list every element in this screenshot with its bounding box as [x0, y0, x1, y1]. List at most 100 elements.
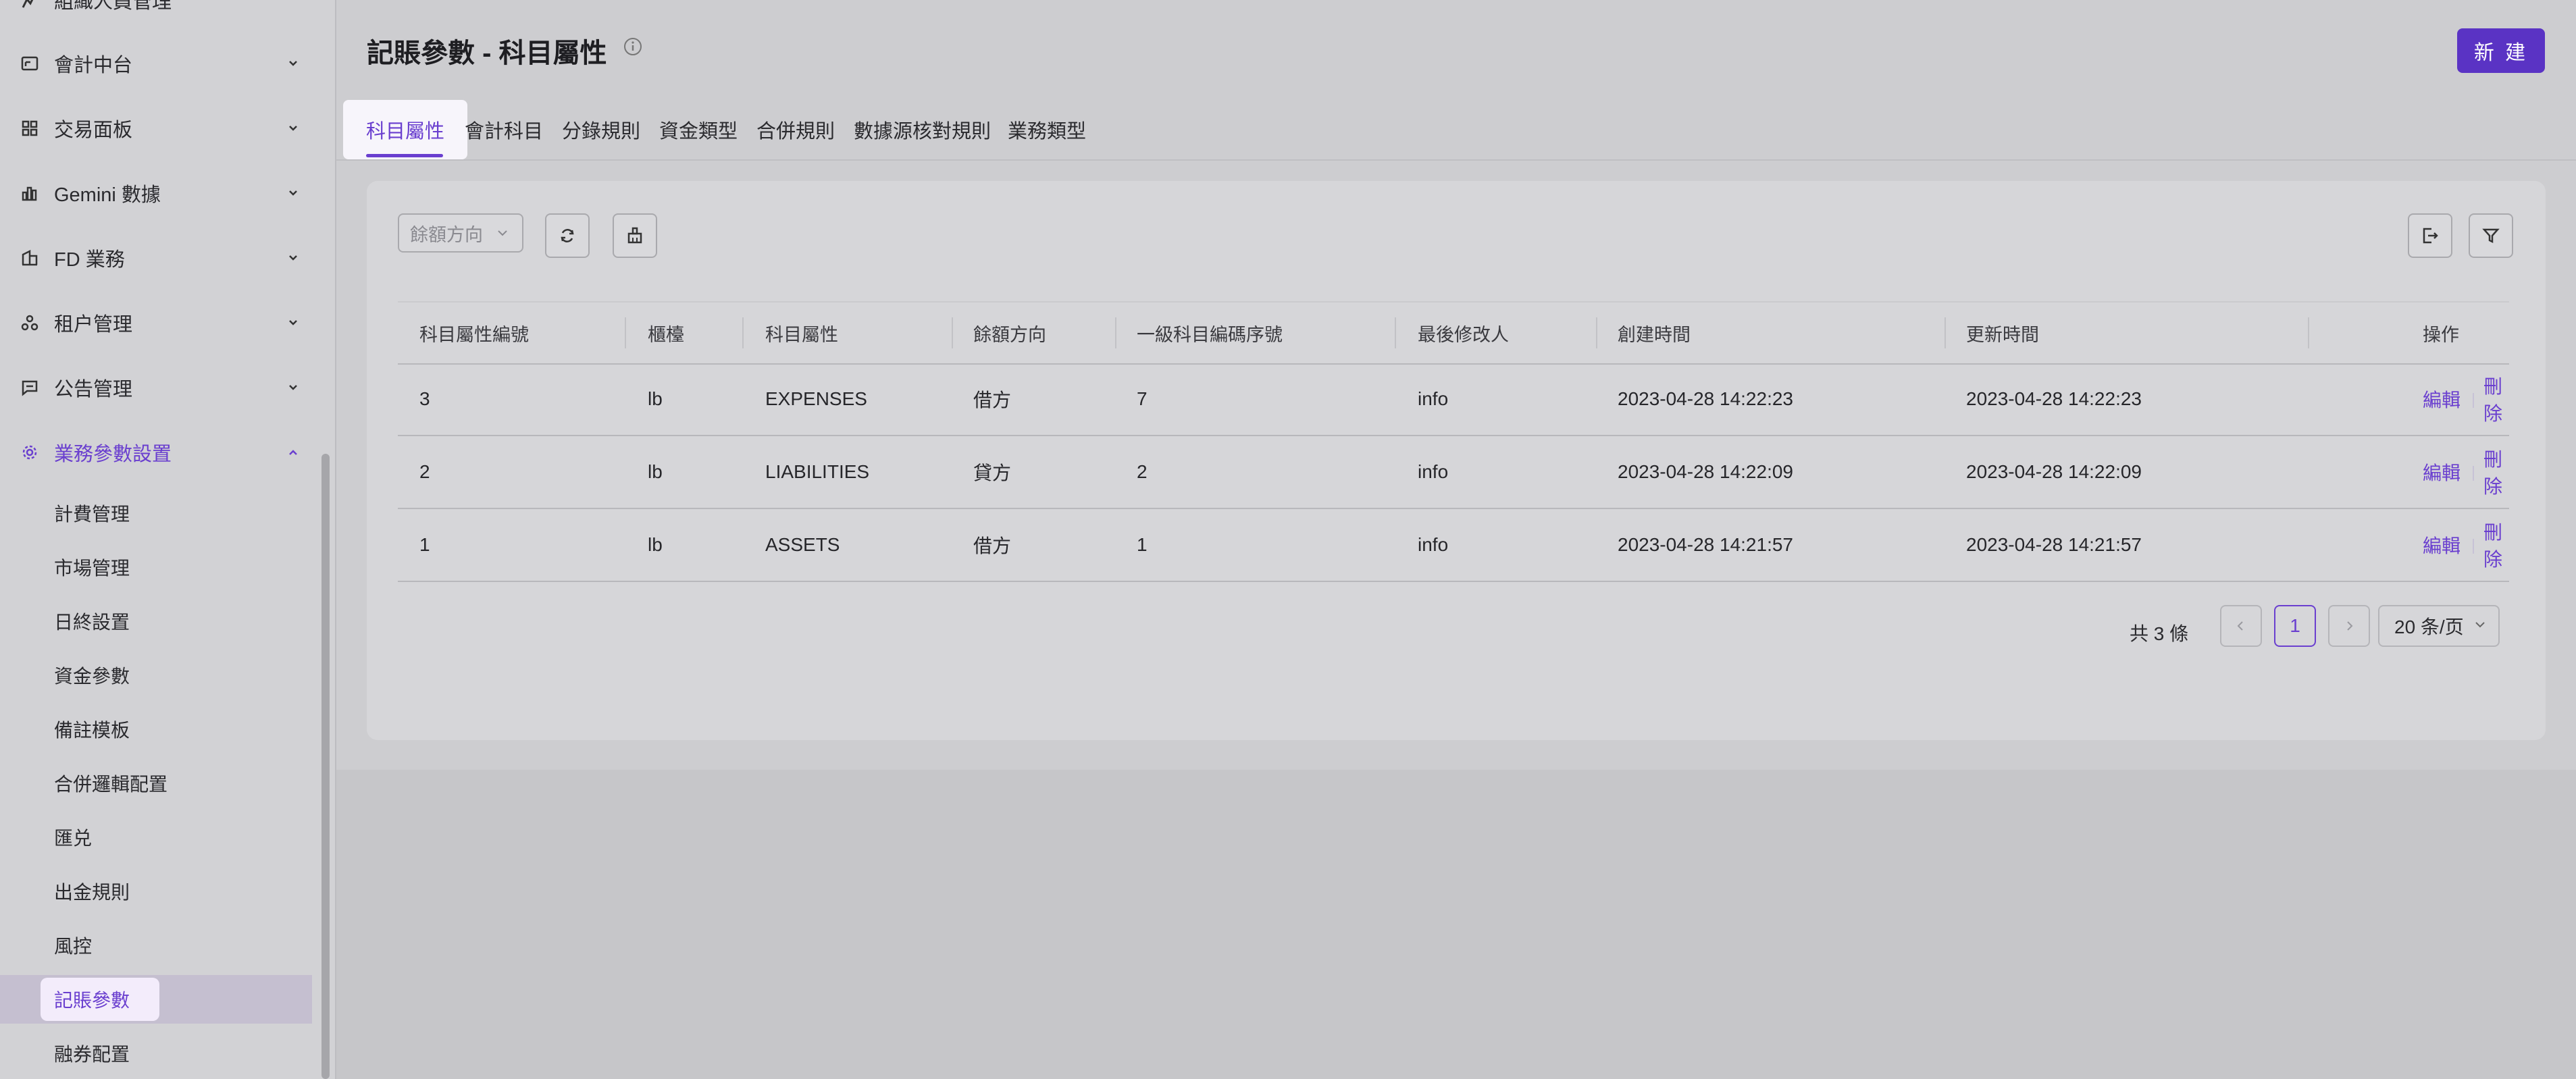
sidebar-subitem-label: 備註模板 [54, 720, 130, 741]
cell-modifier: info [1418, 461, 1449, 482]
main-content: 記賬參數 - 科目屬性 新 建 科目屬性 會計科目 分錄規則 資金類型 合併規則… [336, 0, 2576, 1079]
tab-fund-type[interactable]: 資金類型 [659, 100, 738, 159]
table-card: 餘額方向 科目屬性編號 櫃檯 科目屬性 餘額方向 一級科目編碼序號 最後修改人 … [367, 181, 2546, 740]
cell-id: 3 [419, 388, 430, 409]
cell-attribute: EXPENSES [765, 388, 867, 409]
edit-link[interactable]: 編輯 [2423, 436, 2461, 508]
export-button[interactable] [2408, 213, 2452, 258]
sidebar-item-gemini[interactable]: Gemini 數據 [0, 161, 317, 226]
sidebar-subitem-label: 資金參數 [54, 666, 130, 687]
cell-created: 2023-04-28 14:22:09 [1618, 461, 1793, 482]
sidebar-item-tenant[interactable]: 租户管理 [0, 290, 317, 355]
cell-counter: lb [648, 388, 663, 409]
delete-link[interactable]: 刪除 [2483, 436, 2509, 508]
sidebar-scrollbar[interactable] [321, 454, 330, 1079]
page-1-button[interactable]: 1 [2274, 605, 2316, 647]
cell-seq: 1 [1137, 534, 1148, 555]
sidebar-item-accounting[interactable]: 會計中台 [0, 31, 317, 96]
tenant-tree-icon [20, 313, 39, 332]
sidebar-item-announcement[interactable]: 公告管理 [0, 355, 317, 420]
sidebar-item-trading[interactable]: 交易面板 [0, 96, 317, 161]
sidebar-subitem-billing[interactable]: 計費管理 [0, 489, 312, 537]
column-divider [2308, 317, 2309, 348]
chevron-down-icon [284, 378, 303, 397]
sidebar-subitem-label: 合併邏輯配置 [54, 774, 168, 795]
edit-link[interactable]: 編輯 [2423, 509, 2461, 581]
active-tab-indicator [366, 154, 443, 157]
column-divider [1596, 317, 1597, 348]
sidebar-subitem-withdraw-rules[interactable]: 出金規則 [0, 867, 312, 916]
delete-link[interactable]: 刪除 [2483, 509, 2509, 581]
prev-page-button[interactable] [2220, 605, 2262, 647]
sidebar-subitem-merge-logic[interactable]: 合併邏輯配置 [0, 759, 312, 808]
column-divider [952, 317, 953, 348]
sidebar-subitem-fund-params[interactable]: 資金參數 [0, 651, 312, 700]
action-divider [2473, 539, 2474, 554]
cell-direction: 借方 [973, 535, 1012, 556]
sidebar-subitem-label: 匯兑 [54, 828, 93, 849]
cell-direction: 貸方 [973, 463, 1012, 483]
sidebar-item-label: 組織人員管理 [54, 0, 172, 13]
cell-id: 2 [419, 461, 430, 482]
delete-link[interactable]: 刪除 [2483, 363, 2509, 435]
column-divider [1115, 317, 1116, 348]
sidebar-subitem-securities-lending[interactable]: 融券配置 [0, 1029, 312, 1078]
tab-business-type[interactable]: 業務類型 [1008, 100, 1086, 159]
sidebar-subitem-label: 計費管理 [54, 504, 130, 525]
tab-label: 會計科目 [465, 121, 544, 142]
sidebar-subitem-exchange[interactable]: 匯兑 [0, 813, 312, 862]
cell-modifier: info [1418, 388, 1449, 409]
filter-button[interactable] [2469, 213, 2513, 258]
tab-label: 資金類型 [659, 121, 738, 142]
sidebar-subitem-label: 融券配置 [54, 1044, 130, 1065]
column-header: 操作 [2423, 324, 2459, 345]
new-button[interactable]: 新 建 [2457, 28, 2545, 73]
sidebar-subitem-risk[interactable]: 風控 [0, 921, 312, 970]
sidebar-subitem-label: 日終設置 [54, 612, 130, 633]
page-size-select[interactable]: 20 条/页 [2378, 605, 2500, 647]
sidebar-subitem-remark-template[interactable]: 備註模板 [0, 705, 312, 754]
cell-id: 1 [419, 534, 430, 555]
pagination-total: 共 3 條 [2130, 623, 2189, 644]
sidebar-item-business-params[interactable]: 業務參數設置 [0, 420, 317, 485]
sidebar-item-org[interactable]: 組織人員管理 [0, 0, 317, 32]
tab-label: 業務類型 [1008, 121, 1087, 142]
chevron-right-icon [2342, 619, 2356, 633]
action-divider [2473, 466, 2474, 481]
bar-chart-icon [20, 184, 39, 203]
tab-accounting-subject[interactable]: 會計科目 [465, 100, 543, 159]
export-icon [2421, 226, 2440, 245]
sidebar-subitem-market[interactable]: 市場管理 [0, 543, 312, 591]
balance-direction-select[interactable]: 餘額方向 [398, 213, 523, 253]
sidebar-subitem-eod[interactable]: 日終設置 [0, 597, 312, 646]
tab-entry-rules[interactable]: 分錄規則 [562, 100, 640, 159]
tab-subject-attribute[interactable]: 科目屬性 [343, 100, 467, 159]
sidebar-subitem-label: 市場管理 [54, 558, 130, 579]
edit-link[interactable]: 編輯 [2423, 363, 2461, 435]
dashboard-grid-icon [20, 119, 39, 138]
table-header-row: 科目屬性編號 櫃檯 科目屬性 餘額方向 一級科目編碼序號 最後修改人 創建時間 … [398, 301, 2509, 365]
cell-modifier: info [1418, 534, 1449, 555]
info-icon[interactable] [623, 36, 643, 57]
sidebar-subitem-label: 風控 [54, 936, 93, 957]
select-placeholder: 餘額方向 [410, 224, 483, 245]
clear-button[interactable] [613, 213, 657, 258]
column-header: 一級科目編碼序號 [1137, 324, 1283, 345]
tab-datasource-check-rules[interactable]: 數據源核對規則 [854, 100, 991, 159]
sidebar: 組織人員管理 會計中台 交易面板 Gemini 數據 FD 業務 租户管理 公告… [0, 0, 336, 1079]
tab-merge-rules[interactable]: 合併規則 [756, 100, 835, 159]
sidebar-subitem-bookkeeping[interactable]: 記賬參數 [0, 975, 312, 1024]
table-row: 2 lb LIABILITIES 貸方 2 info 2023-04-28 14… [398, 436, 2509, 509]
people-icon [20, 0, 39, 9]
refresh-button[interactable] [545, 213, 590, 258]
cell-created: 2023-04-28 14:22:23 [1618, 388, 1793, 409]
column-header: 最後修改人 [1418, 324, 1509, 345]
sidebar-item-fd[interactable]: FD 業務 [0, 226, 317, 290]
chevron-up-icon [284, 443, 303, 462]
sidebar-item-label: Gemini 數據 [54, 184, 161, 206]
page-size-value: 20 条/页 [2394, 616, 2464, 637]
gear-icon [20, 443, 39, 462]
next-page-button[interactable] [2328, 605, 2370, 647]
cell-attribute: ASSETS [765, 534, 840, 555]
tab-label: 科目屬性 [365, 121, 444, 142]
